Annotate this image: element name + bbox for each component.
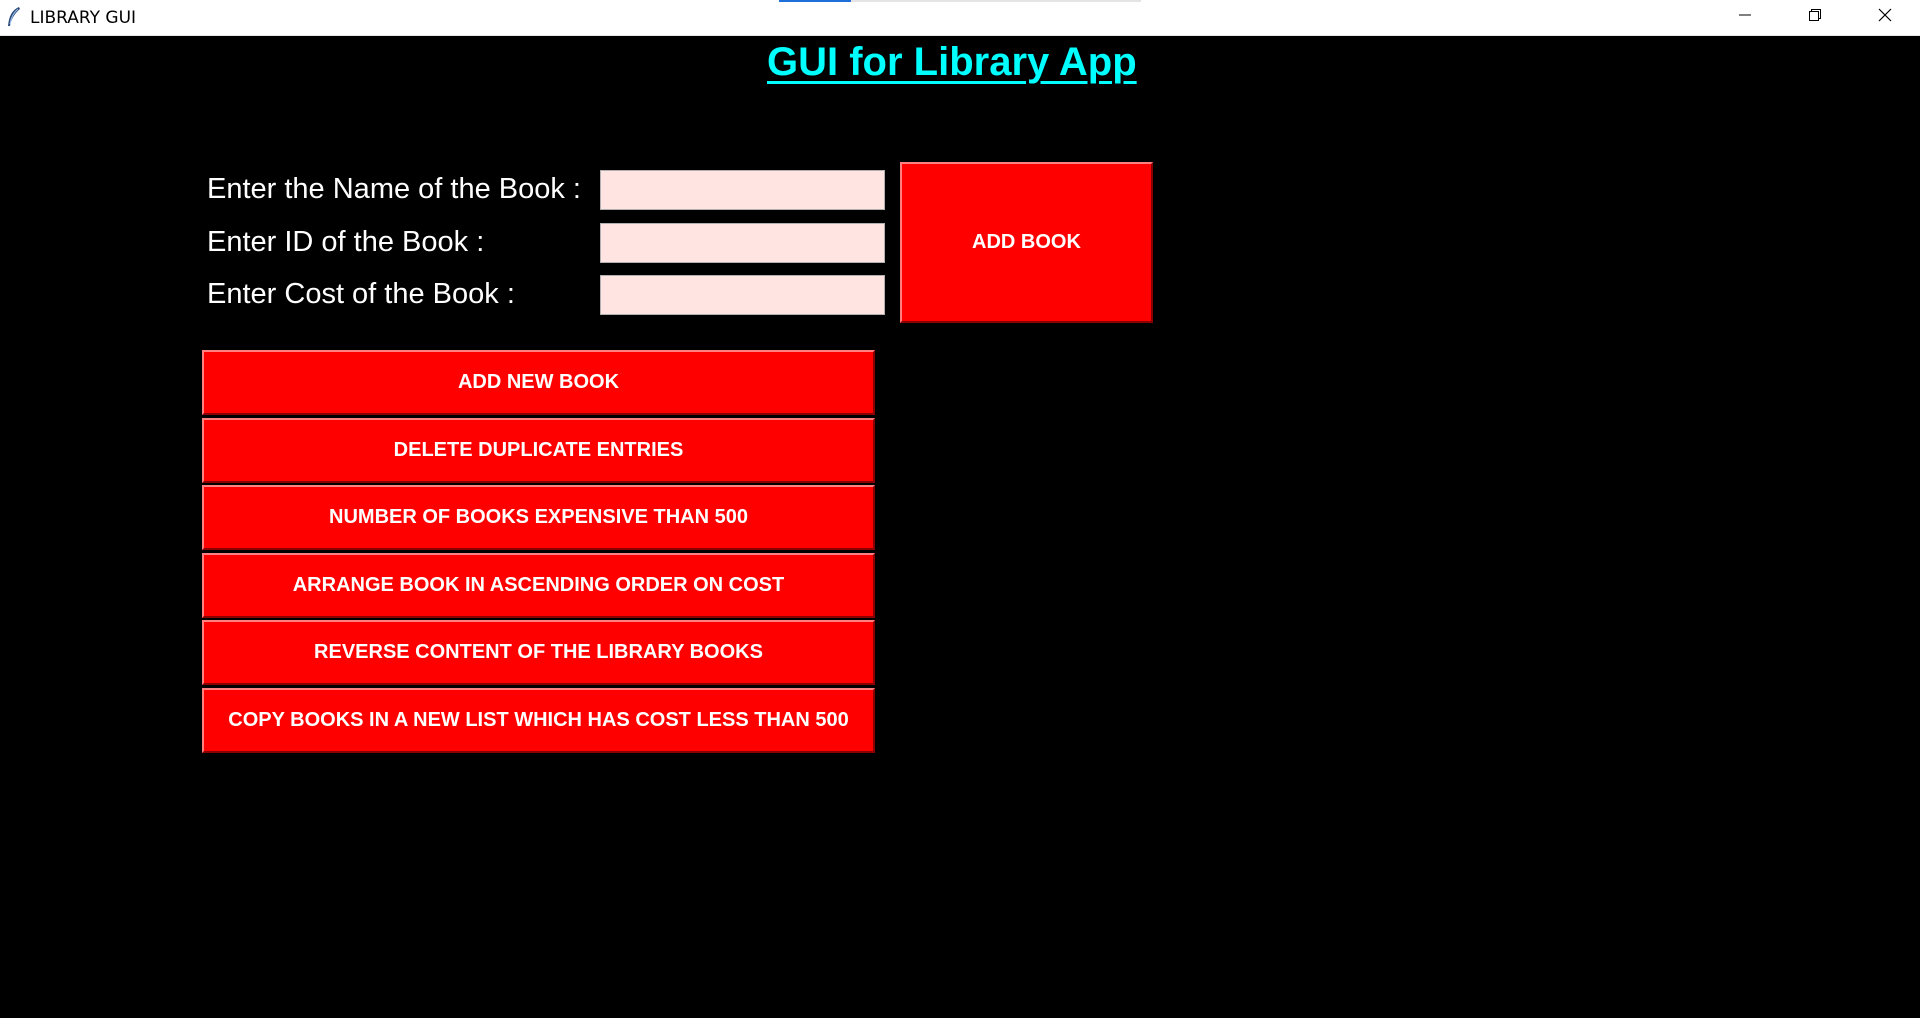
reverse-library-button[interactable]: REVERSE CONTENT OF THE LIBRARY BOOKS: [202, 620, 875, 685]
window-title: LIBRARY GUI: [30, 8, 137, 28]
restore-button[interactable]: [1780, 0, 1850, 35]
minimize-button[interactable]: [1710, 0, 1780, 35]
add-new-book-button[interactable]: ADD NEW BOOK: [202, 350, 875, 415]
feather-icon: [6, 6, 22, 28]
book-cost-input[interactable]: [600, 275, 885, 315]
titlebar-progress-fill: [779, 0, 851, 2]
sort-by-cost-button[interactable]: ARRANGE BOOK IN ASCENDING ORDER ON COST: [202, 553, 875, 618]
count-expensive-books-button[interactable]: NUMBER OF BOOKS EXPENSIVE THAN 500: [202, 485, 875, 550]
close-icon: [1878, 8, 1892, 27]
book-name-label: Enter the Name of the Book :: [207, 173, 581, 205]
restore-icon: [1808, 8, 1822, 27]
copy-cheap-books-button[interactable]: COPY BOOKS IN A NEW LIST WHICH HAS COST …: [202, 688, 875, 753]
book-id-input[interactable]: [600, 223, 885, 263]
add-book-button[interactable]: ADD BOOK: [900, 162, 1153, 323]
library-app: GUI for Library App Enter the Name of th…: [0, 36, 1920, 1018]
minimize-icon: [1738, 8, 1752, 27]
book-id-label: Enter ID of the Book :: [207, 226, 485, 258]
window-titlebar: LIBRARY GUI: [0, 0, 1920, 36]
close-button[interactable]: [1850, 0, 1920, 35]
book-name-input[interactable]: [600, 170, 885, 210]
book-cost-label: Enter Cost of the Book :: [207, 278, 515, 310]
page-title: GUI for Library App: [767, 40, 1137, 84]
delete-duplicate-entries-button[interactable]: DELETE DUPLICATE ENTRIES: [202, 418, 875, 483]
